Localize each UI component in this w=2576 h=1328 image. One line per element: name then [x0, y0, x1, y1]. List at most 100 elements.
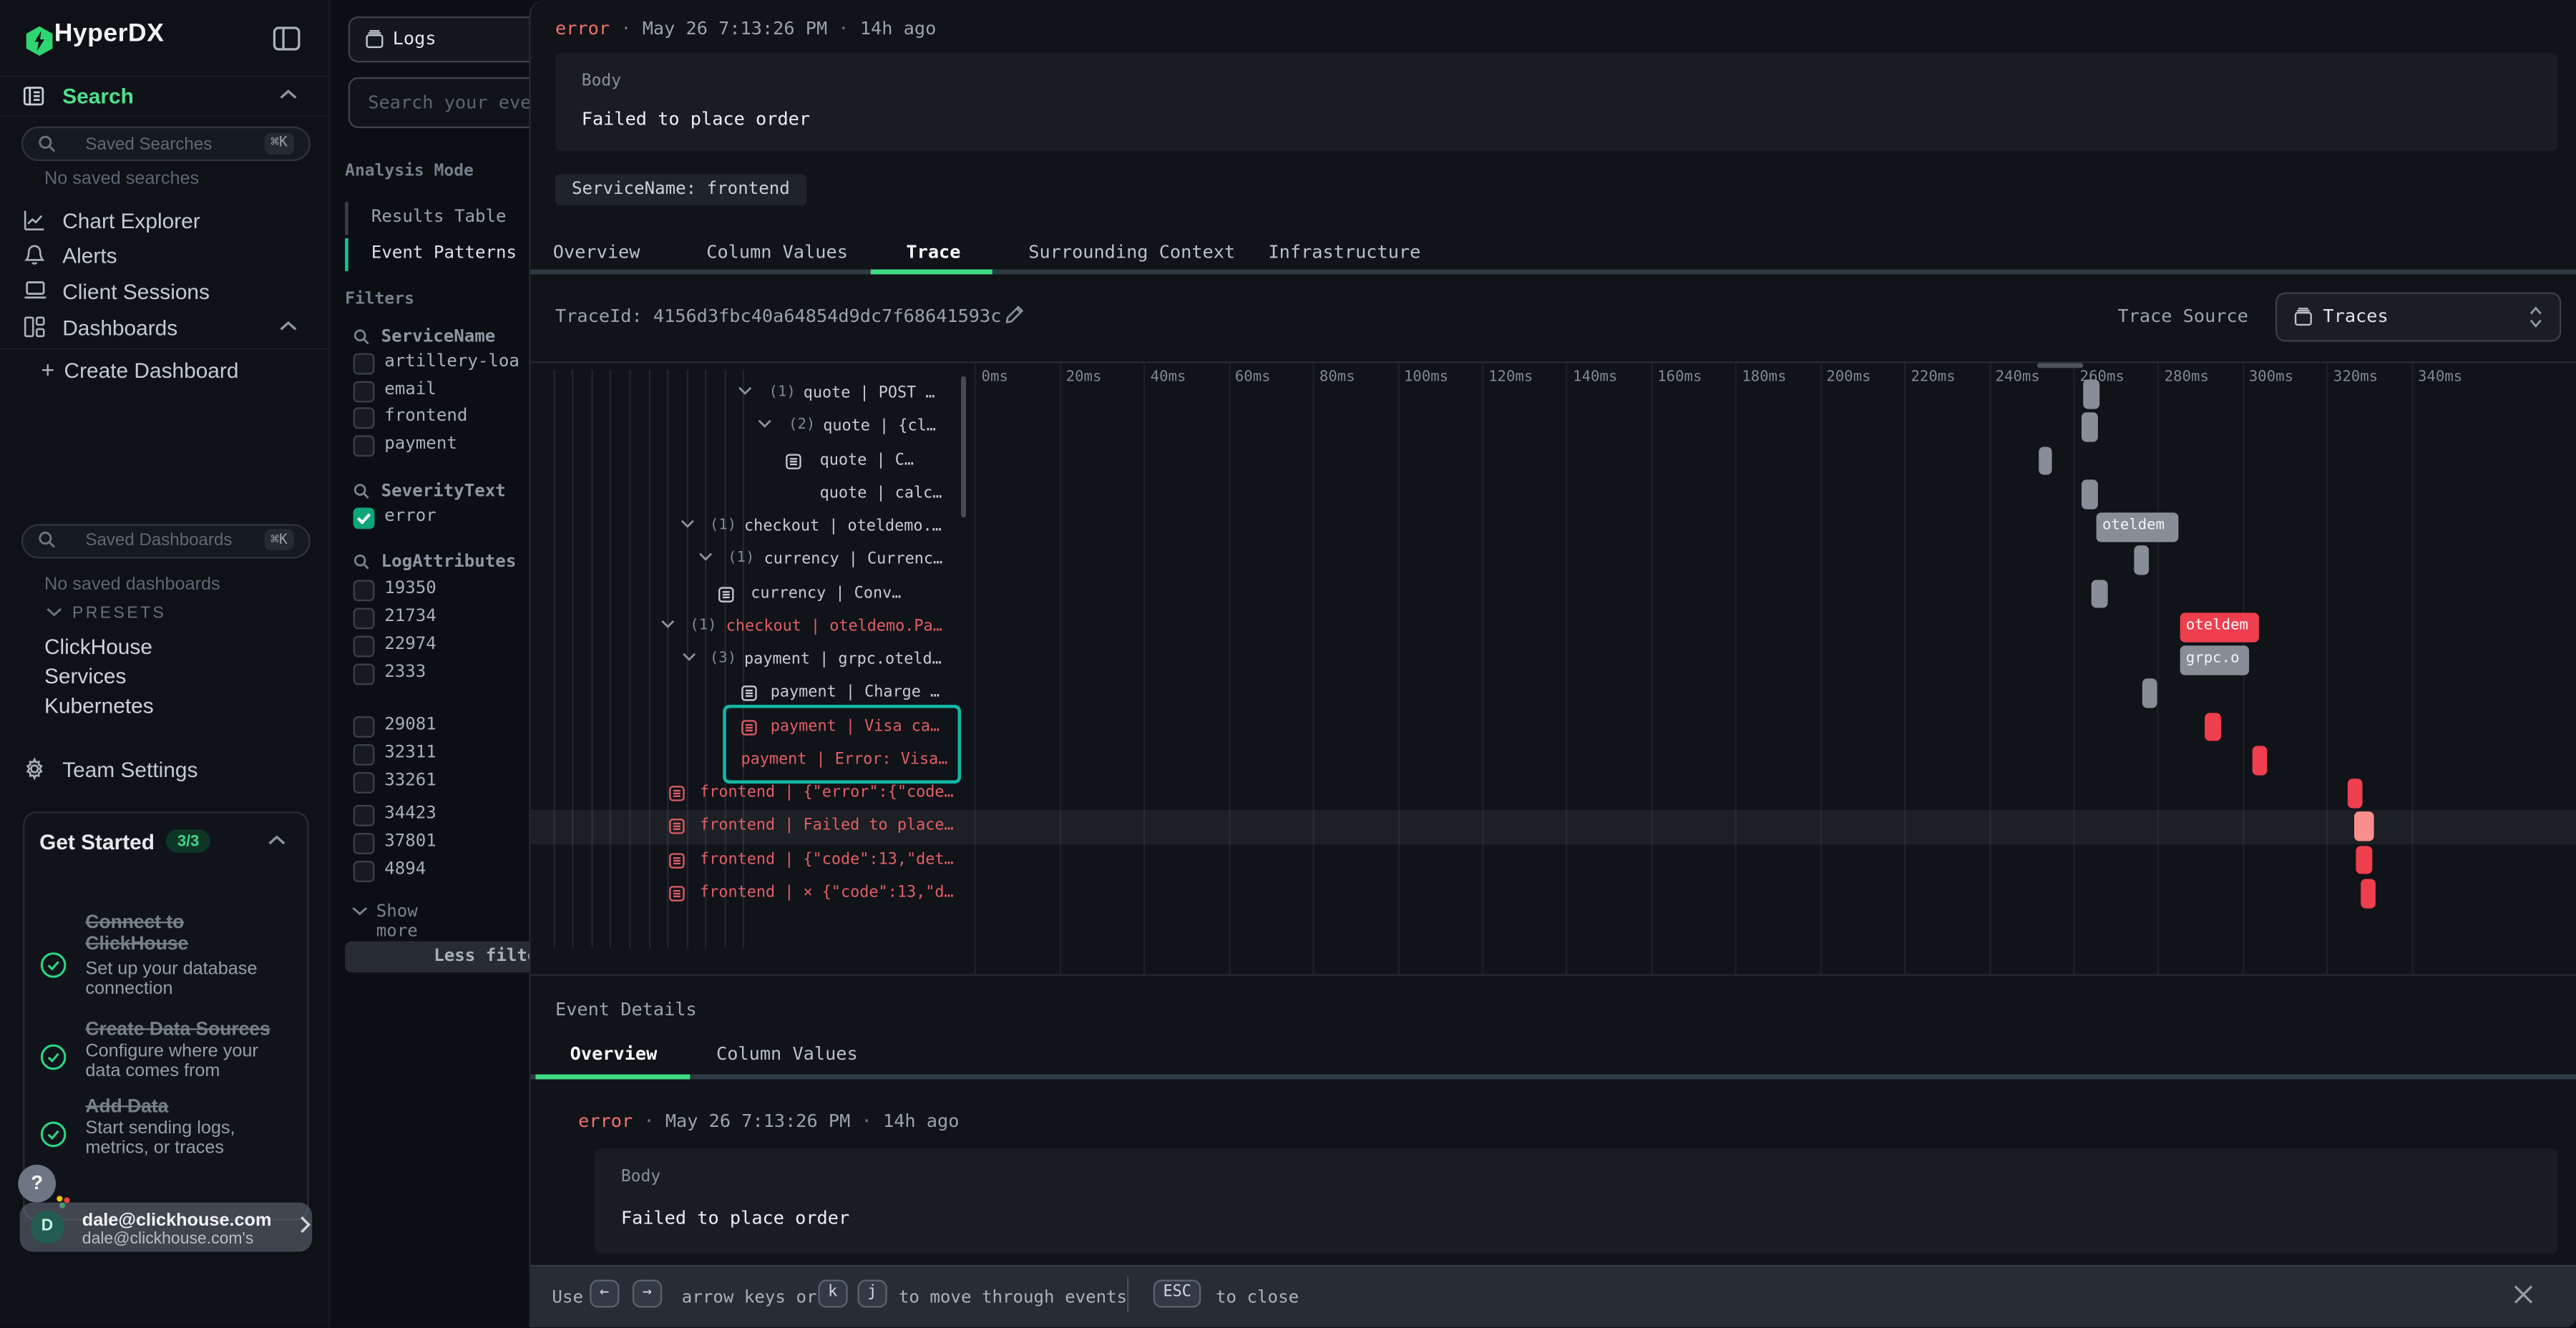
- checkbox[interactable]: [353, 580, 375, 601]
- event-meta: error · May 26 7:13:26 PM · 14h ago: [555, 18, 936, 39]
- tab-trace[interactable]: Trace: [906, 240, 960, 266]
- sidebar-item-client-sessions[interactable]: Client Sessions: [0, 278, 328, 307]
- span-label[interactable]: currency | Conv…: [751, 584, 901, 602]
- span-label[interactable]: frontend | Failed to place…: [700, 817, 954, 835]
- span-row[interactable]: frontend | Failed to place…: [531, 810, 2576, 843]
- span-label[interactable]: currency | Currenc…: [764, 551, 943, 569]
- span-duration-bar[interactable]: [2038, 446, 2051, 476]
- filter-option-label: 21734: [384, 605, 436, 625]
- span-duration-bar[interactable]: [2082, 479, 2097, 509]
- checkbox[interactable]: [353, 635, 375, 656]
- chevron-down-icon[interactable]: [698, 552, 713, 562]
- preset-item-kubernetes[interactable]: Kubernetes: [44, 693, 307, 719]
- preset-item-clickhouse[interactable]: ClickHouse: [44, 633, 307, 660]
- span-label[interactable]: payment | Charge …: [771, 684, 940, 702]
- tree-scrollbar-thumb[interactable]: [960, 376, 965, 517]
- span-row[interactable]: quote | calc…: [531, 478, 2576, 511]
- span-label[interactable]: checkout | oteldemo.…: [744, 517, 942, 535]
- span-label[interactable]: quote | POST …: [804, 384, 935, 402]
- sidebar-item-team-settings[interactable]: Team Settings: [0, 756, 328, 785]
- checkbox[interactable]: [353, 381, 375, 402]
- span-row[interactable]: (1)quote | POST …: [531, 378, 2576, 411]
- saved-dashboards-input[interactable]: Saved Dashboards ⌘K: [21, 523, 311, 557]
- get-started-item-title[interactable]: Add Data: [85, 1097, 291, 1118]
- checkbox[interactable]: [353, 805, 375, 826]
- span-row[interactable]: (1)checkout | oteldemo.…oteldem: [531, 511, 2576, 544]
- span-duration-bar[interactable]: [2355, 812, 2374, 841]
- checkbox[interactable]: [353, 772, 375, 794]
- help-button[interactable]: ?: [18, 1165, 56, 1203]
- span-label[interactable]: payment | grpc.oteld…: [744, 650, 942, 668]
- span-label[interactable]: frontend | {"code":13,"det…: [700, 850, 954, 868]
- checkbox[interactable]: [353, 435, 375, 456]
- tab-surrounding-context[interactable]: Surrounding Context: [1028, 240, 1235, 266]
- span-duration-bar[interactable]: [2091, 580, 2107, 609]
- chevron-down-icon[interactable]: [660, 619, 675, 629]
- sidebar-item-alerts[interactable]: Alerts: [0, 242, 328, 271]
- span-label[interactable]: quote | C…: [820, 451, 914, 469]
- trace-source-value: Traces: [2323, 306, 2388, 327]
- service-name-chip[interactable]: ServiceName: frontend: [555, 174, 806, 205]
- checkbox[interactable]: [353, 353, 375, 375]
- timeline-scrollbar-thumb[interactable]: [2037, 363, 2083, 367]
- span-duration-bar[interactable]: [2142, 679, 2157, 708]
- sidebar-item-chart-explorer[interactable]: Chart Explorer: [0, 206, 328, 235]
- checkbox[interactable]: [353, 663, 375, 684]
- get-started-item-title[interactable]: Connect to ClickHouse: [85, 912, 291, 955]
- user-account-button[interactable]: D dale@clickhouse.com dale@clickhouse.co…: [20, 1201, 313, 1251]
- edit-pencil-icon[interactable]: [1004, 304, 1025, 326]
- chevron-down-icon[interactable]: [738, 386, 753, 396]
- trace-source-select[interactable]: Traces: [2275, 293, 2561, 342]
- span-duration-bar[interactable]: grpc.o: [2180, 646, 2249, 675]
- span-row[interactable]: (1)currency | Currenc…: [531, 545, 2576, 577]
- span-duration-bar[interactable]: [2082, 380, 2099, 409]
- span-duration-bar[interactable]: oteldem: [2096, 513, 2178, 542]
- span-row[interactable]: (2)quote | {cl…: [531, 411, 2576, 444]
- span-duration-bar[interactable]: [2082, 413, 2097, 442]
- span-row[interactable]: quote | C…: [531, 444, 2576, 477]
- checkbox-checked[interactable]: [353, 507, 375, 528]
- span-row[interactable]: currency | Conv…: [531, 577, 2576, 610]
- checkbox[interactable]: [353, 408, 375, 429]
- span-label[interactable]: frontend | {"error":{"code…: [700, 783, 954, 801]
- span-row[interactable]: frontend | {"code":13,"det…: [531, 844, 2576, 877]
- span-duration-bar[interactable]: [2135, 546, 2150, 575]
- body-label: Body: [582, 72, 621, 90]
- span-row[interactable]: (1)checkout | oteldemo.Pa…oteldem: [531, 611, 2576, 644]
- span-duration-bar[interactable]: [2348, 779, 2363, 809]
- sidebar-item-dashboards[interactable]: Dashboards: [0, 313, 328, 342]
- create-dashboard-button[interactable]: + Create Dashboard: [0, 356, 328, 385]
- chevron-down-icon[interactable]: [679, 519, 694, 529]
- span-duration-bar[interactable]: oteldem: [2180, 612, 2258, 642]
- get-started-item-title[interactable]: Create Data Sources: [85, 1020, 291, 1041]
- span-duration-bar[interactable]: [2360, 879, 2375, 908]
- sidebar-item-search[interactable]: Search: [0, 76, 328, 117]
- span-row[interactable]: frontend | × {"code":13,"d…: [531, 877, 2576, 909]
- event-details-tab-column-values[interactable]: Column Values: [716, 1042, 858, 1068]
- event-details-tab-overview[interactable]: Overview: [570, 1042, 658, 1068]
- span-duration-bar[interactable]: [2252, 746, 2266, 775]
- span-label[interactable]: checkout | oteldemo.Pa…: [726, 617, 942, 635]
- span-duration-bar[interactable]: [2356, 846, 2371, 875]
- span-duration-bar[interactable]: [2205, 713, 2221, 742]
- event-details-heading: Event Details: [555, 999, 697, 1020]
- tab-overview[interactable]: Overview: [553, 240, 640, 266]
- span-row[interactable]: (3)payment | grpc.oteld…grpc.o: [531, 644, 2576, 677]
- checkbox[interactable]: [353, 833, 375, 854]
- tab-infrastructure[interactable]: Infrastructure: [1268, 240, 1420, 266]
- preset-item-services[interactable]: Services: [44, 663, 307, 689]
- checkbox[interactable]: [353, 861, 375, 882]
- checkbox[interactable]: [353, 607, 375, 629]
- checkbox[interactable]: [353, 744, 375, 766]
- span-label[interactable]: quote | calc…: [820, 484, 942, 502]
- chevron-up-icon[interactable]: [268, 834, 286, 845]
- span-label[interactable]: frontend | × {"code":13,"d…: [700, 884, 954, 902]
- chevron-down-icon[interactable]: [756, 419, 771, 429]
- sidebar-collapse-icon[interactable]: [273, 24, 302, 51]
- tab-column-values[interactable]: Column Values: [706, 240, 848, 266]
- span-label[interactable]: quote | {cl…: [823, 418, 936, 436]
- checkbox[interactable]: [353, 716, 375, 738]
- close-icon[interactable]: [2512, 1275, 2551, 1314]
- saved-searches-input[interactable]: Saved Searches ⌘K: [21, 127, 311, 161]
- chevron-down-icon[interactable]: [681, 652, 696, 662]
